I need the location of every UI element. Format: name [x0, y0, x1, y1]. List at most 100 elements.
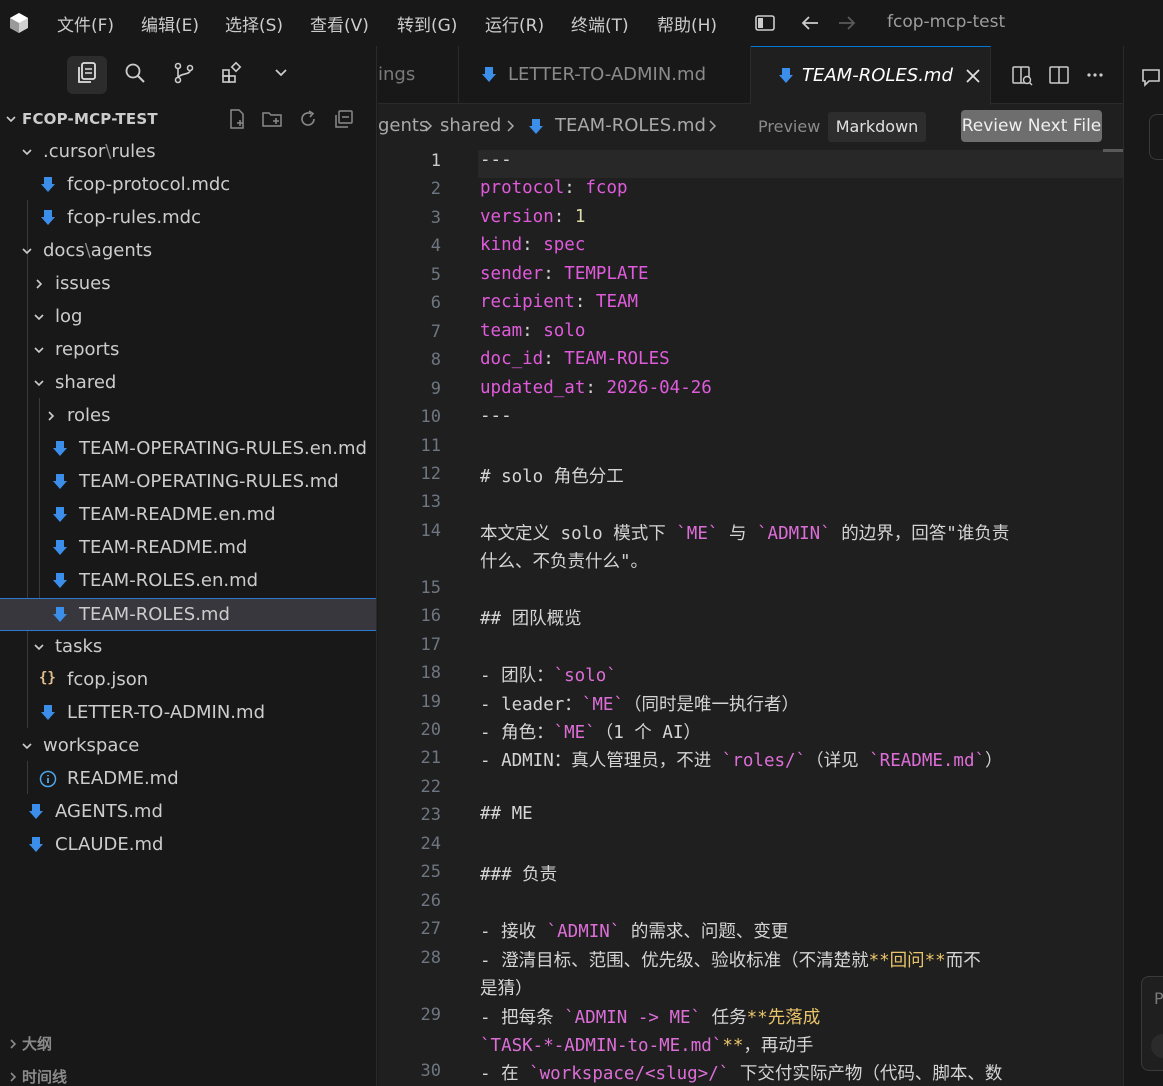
chevron-right-icon: [36, 279, 43, 289]
line-number: 6: [430, 293, 441, 314]
code-line: ---: [480, 406, 512, 427]
new-folder-icon[interactable]: [261, 108, 283, 130]
markdown-mode-button[interactable]: Markdown: [828, 112, 926, 142]
menu-selection[interactable]: 选择(S): [225, 11, 283, 36]
tree-file[interactable]: TEAM-README.md: [0, 532, 376, 565]
forward-arrow-icon[interactable]: [836, 12, 858, 34]
scrollbar-thumb[interactable]: [1103, 149, 1123, 152]
markdown-file-icon: [41, 705, 55, 720]
review-next-file-button[interactable]: Review Next File: [961, 110, 1102, 142]
chevron-right-icon: [10, 1039, 17, 1049]
window-title: fcop-mcp-test: [887, 12, 1006, 32]
tree-item-label: workspace: [43, 735, 140, 756]
menu-file[interactable]: 文件(F): [57, 11, 114, 36]
markdown-file-icon: [53, 540, 67, 555]
tree-file[interactable]: TEAM-OPERATING-RULES.en.md: [0, 433, 376, 466]
tab-settings[interactable]: ings: [378, 46, 459, 104]
tree-file[interactable]: fcop-protocol.mdc: [0, 169, 376, 202]
refresh-icon[interactable]: [297, 108, 319, 130]
chevron-down-icon: [34, 314, 44, 321]
line-number: 14: [420, 520, 441, 541]
tree-folder[interactable]: shared: [0, 367, 376, 400]
new-file-icon[interactable]: [226, 108, 248, 130]
breadcrumb-item[interactable]: gents: [378, 115, 428, 136]
tree-folder[interactable]: roles: [0, 400, 376, 433]
tab-letter-to-admin[interactable]: LETTER-TO-ADMIN.md: [459, 46, 751, 104]
tree-file[interactable]: LETTER-TO-ADMIN.md: [0, 697, 376, 730]
chat-icon[interactable]: [1140, 66, 1162, 88]
tree-item-label: TEAM-OPERATING-RULES.md: [79, 471, 339, 492]
tree-file[interactable]: fcop-rules.mdc: [0, 202, 376, 235]
menu-run[interactable]: 运行(R): [485, 11, 544, 36]
chevron-down-icon[interactable]: [4, 112, 18, 126]
tree-file[interactable]: {} fcop.json: [0, 664, 376, 697]
tree-file[interactable]: AGENTS.md: [0, 796, 376, 829]
chevron-right-icon: [709, 120, 717, 132]
tree-folder[interactable]: docs\agents: [0, 235, 376, 268]
tree-folder[interactable]: workspace: [0, 730, 376, 763]
tree-folder[interactable]: tasks: [0, 631, 376, 664]
tree-file[interactable]: TEAM-ROLES.en.md: [0, 565, 376, 598]
chevron-right-icon: [425, 120, 433, 132]
outline-panel-header[interactable]: 大纲: [0, 1029, 376, 1059]
tree-item-label: issues: [55, 273, 111, 294]
tree-folder[interactable]: issues: [0, 268, 376, 301]
tree-file[interactable]: TEAM-README.en.md: [0, 499, 376, 532]
close-icon[interactable]: [964, 67, 982, 85]
tab-team-roles[interactable]: TEAM-ROLES.md: [751, 46, 991, 105]
tree-item-label: TEAM-ROLES.md: [79, 604, 230, 625]
code-line: - 接收 `ADMIN` 的需求、问题、变更: [480, 922, 789, 943]
json-file-icon: {}: [39, 670, 56, 686]
open-preview-side-icon[interactable]: [1011, 64, 1033, 86]
markdown-file-icon: [41, 210, 55, 225]
menu-edit[interactable]: 编辑(E): [141, 11, 199, 36]
workspace-title[interactable]: FCOP-MCP-TEST: [22, 110, 158, 128]
code-editor[interactable]: 1 --- 2 protocol: fcop 3 version: 1 4 kind: spe…: [378, 149, 1123, 1086]
breadcrumb-item[interactable]: TEAM-ROLES.md: [555, 115, 706, 136]
tree-folder[interactable]: reports: [0, 334, 376, 367]
tree-folder[interactable]: .cursor\rules: [0, 136, 376, 169]
preview-mode-button[interactable]: Preview: [758, 117, 820, 136]
split-editor-icon[interactable]: [1048, 64, 1070, 86]
tree-file[interactable]: TEAM-OPERATING-RULES.md: [0, 466, 376, 499]
menu-terminal[interactable]: 终端(T): [571, 11, 629, 36]
code-line: 是猜）: [480, 979, 533, 1000]
tree-item-label: docs\agents: [43, 240, 153, 261]
timeline-panel-header[interactable]: 时间线: [0, 1062, 376, 1086]
line-number: 16: [420, 606, 441, 627]
tree-file[interactable]: TEAM-ROLES.md: [0, 598, 376, 631]
tree-item-label: CLAUDE.md: [55, 834, 164, 855]
menu-view[interactable]: 查看(V): [310, 11, 369, 36]
back-arrow-icon[interactable]: [799, 12, 821, 34]
menu-go[interactable]: 转到(G): [397, 11, 457, 36]
markdown-file-icon: [53, 507, 67, 522]
menu-help[interactable]: 帮助(H): [657, 11, 717, 36]
chevron-down-icon[interactable]: [268, 60, 294, 86]
line-number: 2: [430, 179, 441, 200]
more-actions-icon[interactable]: [1084, 64, 1106, 86]
source-control-icon[interactable]: [171, 60, 197, 86]
editor-area: ings LETTER-TO-ADMIN.md TEAM-ROLES.md ge…: [378, 46, 1123, 1086]
collapse-all-icon[interactable]: [333, 108, 355, 130]
markdown-file-icon: [53, 441, 67, 456]
extensions-icon[interactable]: [219, 60, 245, 86]
code-line: - leader：`ME`（同时是唯一执行者）: [480, 694, 799, 715]
explorer-files-icon[interactable]: [74, 60, 100, 86]
toggle-sidebar-icon[interactable]: [754, 12, 776, 34]
line-number: 23: [420, 805, 441, 826]
tab-label: LETTER-TO-ADMIN.md: [508, 64, 706, 85]
tree-folder[interactable]: log: [0, 301, 376, 334]
line-number: 28: [420, 947, 441, 968]
line-number: 12: [420, 463, 441, 484]
search-icon[interactable]: [122, 60, 148, 86]
line-number: 18: [420, 663, 441, 684]
tree-file[interactable]: CLAUDE.md: [0, 829, 376, 862]
tree-file[interactable]: README.md: [0, 763, 376, 796]
chevron-down-icon: [22, 149, 32, 156]
line-number: 15: [420, 577, 441, 598]
breadcrumb: gents shared TEAM-ROLES.md Preview Markd…: [378, 105, 1123, 149]
code-line: doc_id: TEAM-ROLES: [480, 349, 670, 370]
explorer-sidebar: FCOP-MCP-TEST .cursor\rules fcop-protocol…: [0, 46, 377, 1086]
markdown-file-icon: [29, 804, 43, 819]
breadcrumb-item[interactable]: shared: [440, 115, 501, 136]
